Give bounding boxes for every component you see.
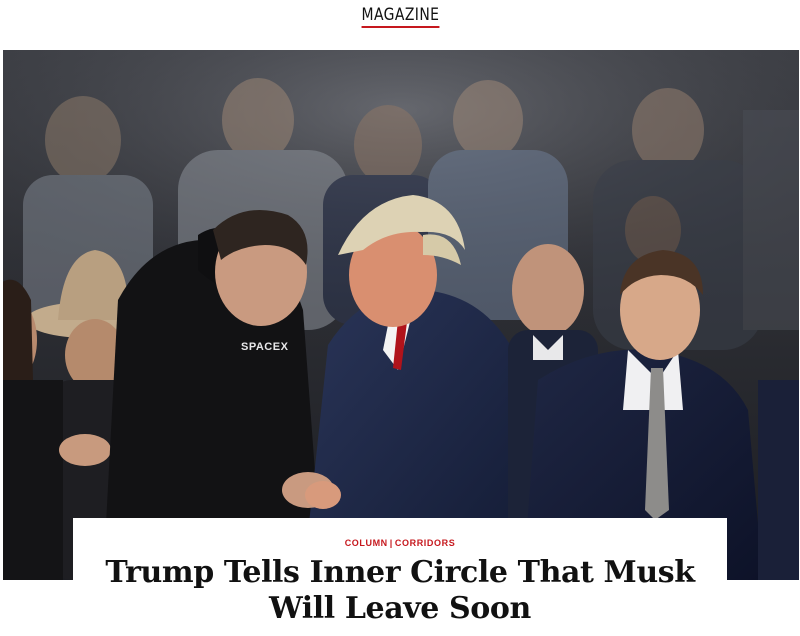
subcategory-link[interactable]: CORRIDORS bbox=[395, 538, 455, 548]
magazine-section-link[interactable]: MAGAZINE bbox=[361, 5, 439, 28]
rubric-separator: | bbox=[389, 538, 393, 548]
category-link[interactable]: COLUMN bbox=[345, 538, 388, 548]
headline-line-1: Trump Tells Inner Circle That Musk bbox=[105, 555, 695, 590]
headline-card: COLUMN | CORRIDORS Trump Tells Inner Circl… bbox=[73, 518, 727, 636]
article-rubric: COLUMN | CORRIDORS bbox=[73, 537, 727, 549]
partial-figure-right bbox=[758, 380, 799, 580]
article-headline[interactable]: Trump Tells Inner Circle That Musk Will … bbox=[73, 555, 727, 627]
headline-line-2: Will Leave Soon bbox=[269, 591, 531, 626]
hero-image[interactable]: SPACEX bbox=[3, 50, 799, 580]
masthead: MAGAZINE bbox=[0, 5, 800, 28]
hero-photo-illustration: SPACEX bbox=[3, 50, 799, 580]
hoodie-logo: SPACEX bbox=[241, 341, 289, 353]
article-page: MAGAZINE SPACEX COLUMN | CORRIDORS Trump… bbox=[0, 0, 800, 636]
